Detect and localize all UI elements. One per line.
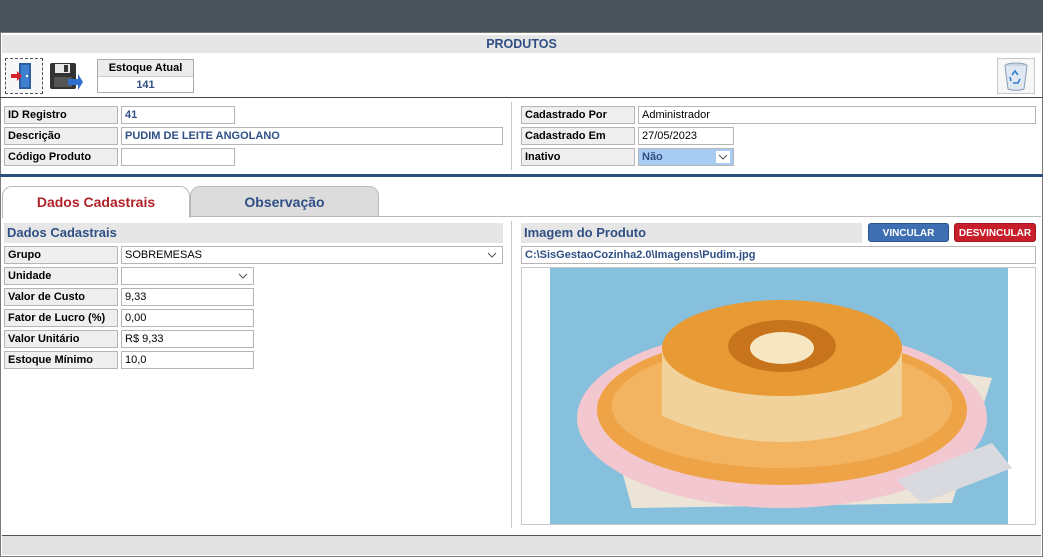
- codigo-produto-label: Código Produto: [4, 148, 118, 166]
- inativo-label: Inativo: [521, 148, 635, 166]
- window-titlebar: [0, 0, 1043, 32]
- id-registro-field[interactable]: 41: [121, 106, 235, 124]
- recycle-bin-icon: [1004, 62, 1028, 91]
- estoque-minimo-label: Estoque Mínimo: [4, 351, 118, 369]
- page-title: PRODUTOS: [2, 35, 1041, 53]
- inativo-select[interactable]: Não: [638, 148, 734, 166]
- grupo-select[interactable]: SOBREMESAS: [121, 246, 503, 264]
- grupo-label: Grupo: [4, 246, 118, 264]
- section-divider: [0, 174, 1043, 177]
- tab-dados-cadastrais[interactable]: Dados Cadastrais: [2, 186, 190, 218]
- chevron-down-icon: [238, 273, 248, 279]
- image-path-field[interactable]: C:\SisGestaoCozinha2.0\Imagens\Pudim.jpg: [521, 246, 1036, 264]
- exit-button[interactable]: [5, 58, 43, 94]
- fator-lucro-field[interactable]: 0,00: [121, 309, 254, 327]
- cadastrado-em-label: Cadastrado Em: [521, 127, 635, 145]
- id-registro-label: ID Registro: [4, 106, 118, 124]
- tab-observacao[interactable]: Observação: [190, 186, 379, 217]
- vincular-button[interactable]: VINCULAR: [868, 223, 949, 242]
- imagem-produto-title: Imagem do Produto: [521, 223, 862, 243]
- descricao-field[interactable]: PUDIM DE LEITE ANGOLANO: [121, 127, 503, 145]
- content-divider: [511, 221, 512, 528]
- product-image: [522, 268, 1035, 524]
- desvincular-button[interactable]: DESVINCULAR: [954, 223, 1036, 242]
- chevron-down-icon: [716, 151, 730, 163]
- estoque-label: Estoque Atual: [98, 60, 193, 77]
- save-button[interactable]: [46, 58, 84, 94]
- valor-unitario-field[interactable]: R$ 9,33: [121, 330, 254, 348]
- fator-lucro-label: Fator de Lucro (%): [4, 309, 118, 327]
- unidade-select[interactable]: [121, 267, 254, 285]
- estoque-value: 141: [136, 79, 155, 91]
- cadastrado-em-field[interactable]: 27/05/2023: [638, 127, 734, 145]
- valor-custo-field[interactable]: 9,33: [121, 288, 254, 306]
- header-divider: [511, 102, 512, 170]
- unidade-label: Unidade: [4, 267, 118, 285]
- valor-custo-label: Valor de Custo: [4, 288, 118, 306]
- estoque-atual-box: Estoque Atual 141: [97, 59, 194, 93]
- toolbar-divider: [0, 97, 1043, 98]
- inativo-value: Não: [642, 151, 663, 163]
- estoque-minimo-field[interactable]: 10,0: [121, 351, 254, 369]
- status-bar: [2, 535, 1041, 555]
- cadastrado-por-label: Cadastrado Por: [521, 106, 635, 124]
- valor-unitario-label: Valor Unitário: [4, 330, 118, 348]
- chevron-down-icon: [487, 252, 497, 258]
- codigo-produto-field[interactable]: [121, 148, 235, 166]
- dados-cadastrais-title: Dados Cadastrais: [4, 223, 503, 243]
- delete-button[interactable]: [997, 58, 1035, 94]
- product-image-frame: [521, 267, 1036, 525]
- save-disk-icon: [50, 63, 83, 90]
- cadastrado-por-field[interactable]: Administrador: [638, 106, 1036, 124]
- exit-door-icon: [11, 63, 31, 89]
- descricao-label: Descrição: [4, 127, 118, 145]
- grupo-value: SOBREMESAS: [125, 249, 203, 261]
